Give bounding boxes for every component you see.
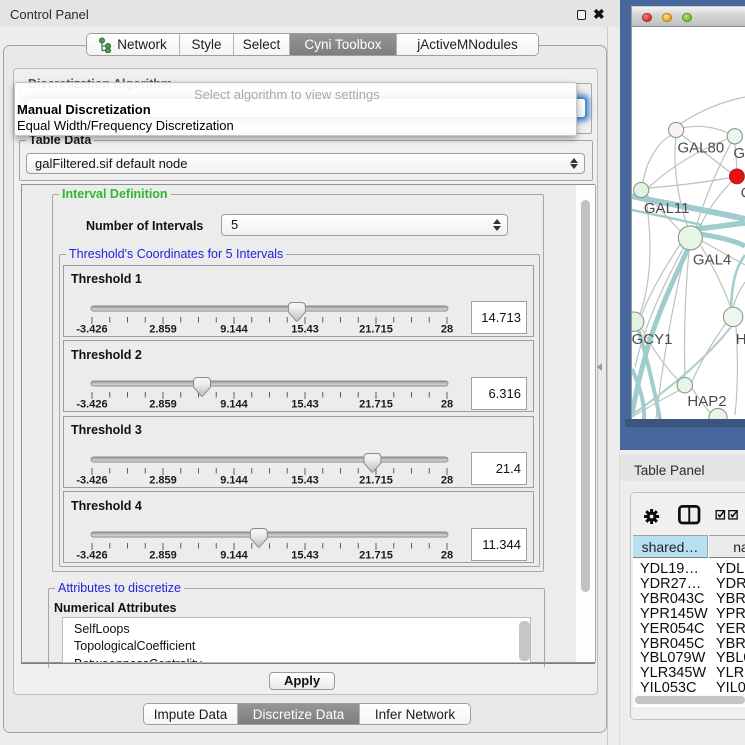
svg-text:15.43: 15.43: [291, 550, 319, 562]
svg-text:GCY1: GCY1: [632, 331, 672, 348]
svg-text:15.43: 15.43: [291, 474, 319, 486]
svg-text:2.859: 2.859: [149, 399, 177, 411]
svg-text:C: C: [741, 185, 745, 202]
svg-text:21.715: 21.715: [359, 474, 393, 486]
svg-text:21.715: 21.715: [359, 550, 393, 562]
svg-text:-3.426: -3.426: [76, 323, 107, 335]
svg-text:2.859: 2.859: [149, 323, 177, 335]
svg-text:GAL11: GAL11: [644, 200, 690, 217]
svg-text:21.715: 21.715: [359, 323, 393, 335]
svg-text:GA: GA: [733, 145, 745, 162]
svg-text:9.144: 9.144: [220, 323, 248, 335]
svg-text:-3.426: -3.426: [76, 399, 107, 411]
svg-text:15.43: 15.43: [291, 399, 319, 411]
svg-text:2.859: 2.859: [149, 550, 177, 562]
svg-text:HAP2: HAP2: [687, 393, 726, 410]
svg-text:-3.426: -3.426: [76, 474, 107, 486]
svg-text:28: 28: [441, 399, 453, 411]
svg-text:28: 28: [441, 550, 453, 562]
svg-text:-3.426: -3.426: [76, 550, 107, 562]
svg-text:9.144: 9.144: [220, 399, 248, 411]
svg-text:28: 28: [441, 323, 453, 335]
svg-text:H: H: [736, 331, 745, 348]
svg-text:21.715: 21.715: [359, 399, 393, 411]
svg-text:GAL80: GAL80: [678, 140, 725, 157]
svg-text:9.144: 9.144: [220, 474, 248, 486]
svg-text:9.144: 9.144: [220, 550, 248, 562]
svg-text:15.43: 15.43: [291, 323, 319, 335]
svg-text:GAL4: GAL4: [693, 251, 731, 268]
svg-text:2.859: 2.859: [149, 474, 177, 486]
svg-text:28: 28: [441, 474, 453, 486]
